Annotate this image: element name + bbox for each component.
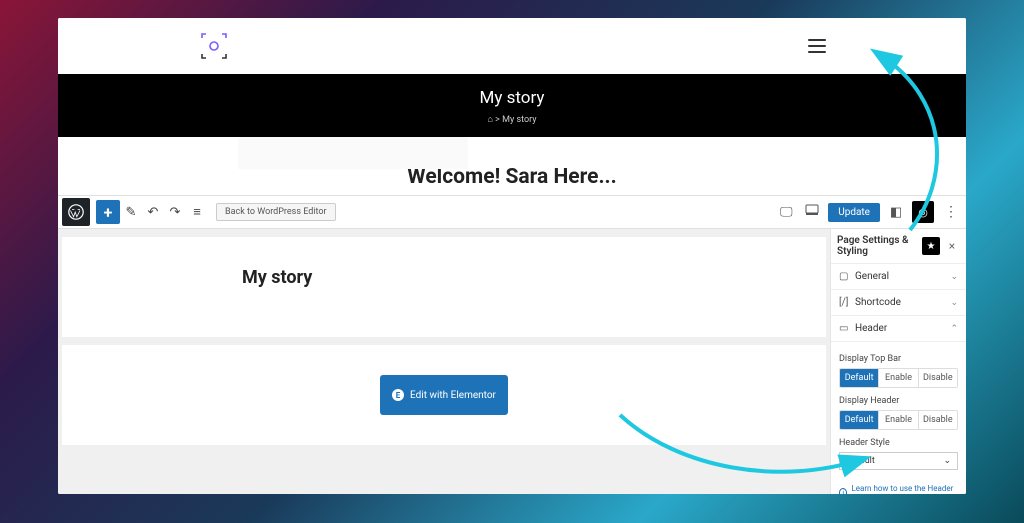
back-to-wp-button[interactable]: Back to WordPress Editor [216,203,336,221]
favorite-icon[interactable]: ★ [922,237,940,255]
close-sidebar-icon[interactable]: × [944,239,960,253]
header-style-select[interactable]: Default ⌄ [839,452,958,470]
display-top-bar-label: Display Top Bar [839,354,958,364]
update-button[interactable]: Update [828,203,880,222]
info-icon: i [839,488,847,494]
edit-button-label: Edit with Elementor [410,390,496,401]
header-style-label: Header Style [839,438,958,448]
tutorial-screenshot: My story ⌂ > My story Welcome! Sara Here… [58,18,966,494]
site-header [58,18,966,74]
site-logo[interactable] [198,30,230,62]
theme-settings-icon[interactable]: ◎ [912,201,934,223]
chevron-down-icon: ⌄ [950,298,958,308]
breadcrumb-current: My story [502,115,536,125]
section-header[interactable]: ▭ Header ⌃ [831,316,966,342]
learn-more-link[interactable]: i Learn how to use the Header settings [831,478,966,494]
section-general[interactable]: ▢ General ⌄ [831,264,966,290]
general-icon: ▢ [839,271,855,282]
more-options-icon[interactable]: ⋮ [940,204,962,220]
display-header-label: Display Header [839,396,958,406]
section-shortcode[interactable]: [/] Shortcode ⌄ [831,290,966,316]
elementor-icon: E [392,389,404,401]
header-section-icon: ▭ [839,323,855,334]
hamburger-menu-icon[interactable] [808,39,826,53]
frontend-preview: My story ⌂ > My story Welcome! Sara Here… [58,18,966,195]
wordpress-editor: + ✎ ↶ ↷ ≡ Back to WordPress Editor 🖵 Upd… [58,195,966,494]
redo-icon[interactable]: ↷ [164,205,186,220]
chevron-down-icon: ⌄ [950,272,958,282]
top-bar-enable[interactable]: Enable [879,369,918,387]
wordpress-logo-icon[interactable] [62,198,90,226]
preview-icon[interactable] [802,204,822,220]
add-block-button[interactable]: + [96,200,120,224]
undo-icon[interactable]: ↶ [142,205,164,220]
chevron-down-icon: ⌄ [943,456,951,466]
details-icon[interactable]: ≡ [186,204,208,220]
sidebar-toggle-icon[interactable]: ◧ [886,205,906,220]
display-header-group: Default Enable Disable [839,410,958,430]
display-top-bar-group: Default Enable Disable [839,368,958,388]
editor-toolbar: + ✎ ↶ ↷ ≡ Back to WordPress Editor 🖵 Upd… [58,195,966,229]
header-enable[interactable]: Enable [879,411,918,429]
header-disable[interactable]: Disable [919,411,957,429]
hero-title: My story [58,88,966,108]
breadcrumb: ⌂ > My story [58,114,966,125]
editor-canvas[interactable]: My story E Edit with Elementor [58,229,830,494]
top-bar-disable[interactable]: Disable [919,369,957,387]
welcome-section: Welcome! Sara Here... [58,137,966,195]
settings-sidebar: Page Settings & Styling ★ × ▢ General ⌄ … [830,229,966,494]
edit-with-elementor-button[interactable]: E Edit with Elementor [380,375,508,415]
top-bar-default[interactable]: Default [840,369,879,387]
breadcrumb-sep: > [495,115,500,125]
page-title[interactable]: My story [242,267,826,288]
desktop-preview-icon[interactable]: 🖵 [776,205,796,220]
home-icon[interactable]: ⌂ [488,115,493,125]
edit-mode-icon[interactable]: ✎ [120,205,142,220]
header-style-value: Default [846,456,875,466]
content-block-placeholder [238,137,468,169]
header-section-body: Display Top Bar Default Enable Disable D… [831,342,966,478]
chevron-up-icon: ⌃ [950,324,958,334]
page-hero: My story ⌂ > My story [58,74,966,137]
sidebar-title: Page Settings & Styling [837,235,922,257]
shortcode-icon: [/] [839,297,855,308]
header-default[interactable]: Default [840,411,879,429]
